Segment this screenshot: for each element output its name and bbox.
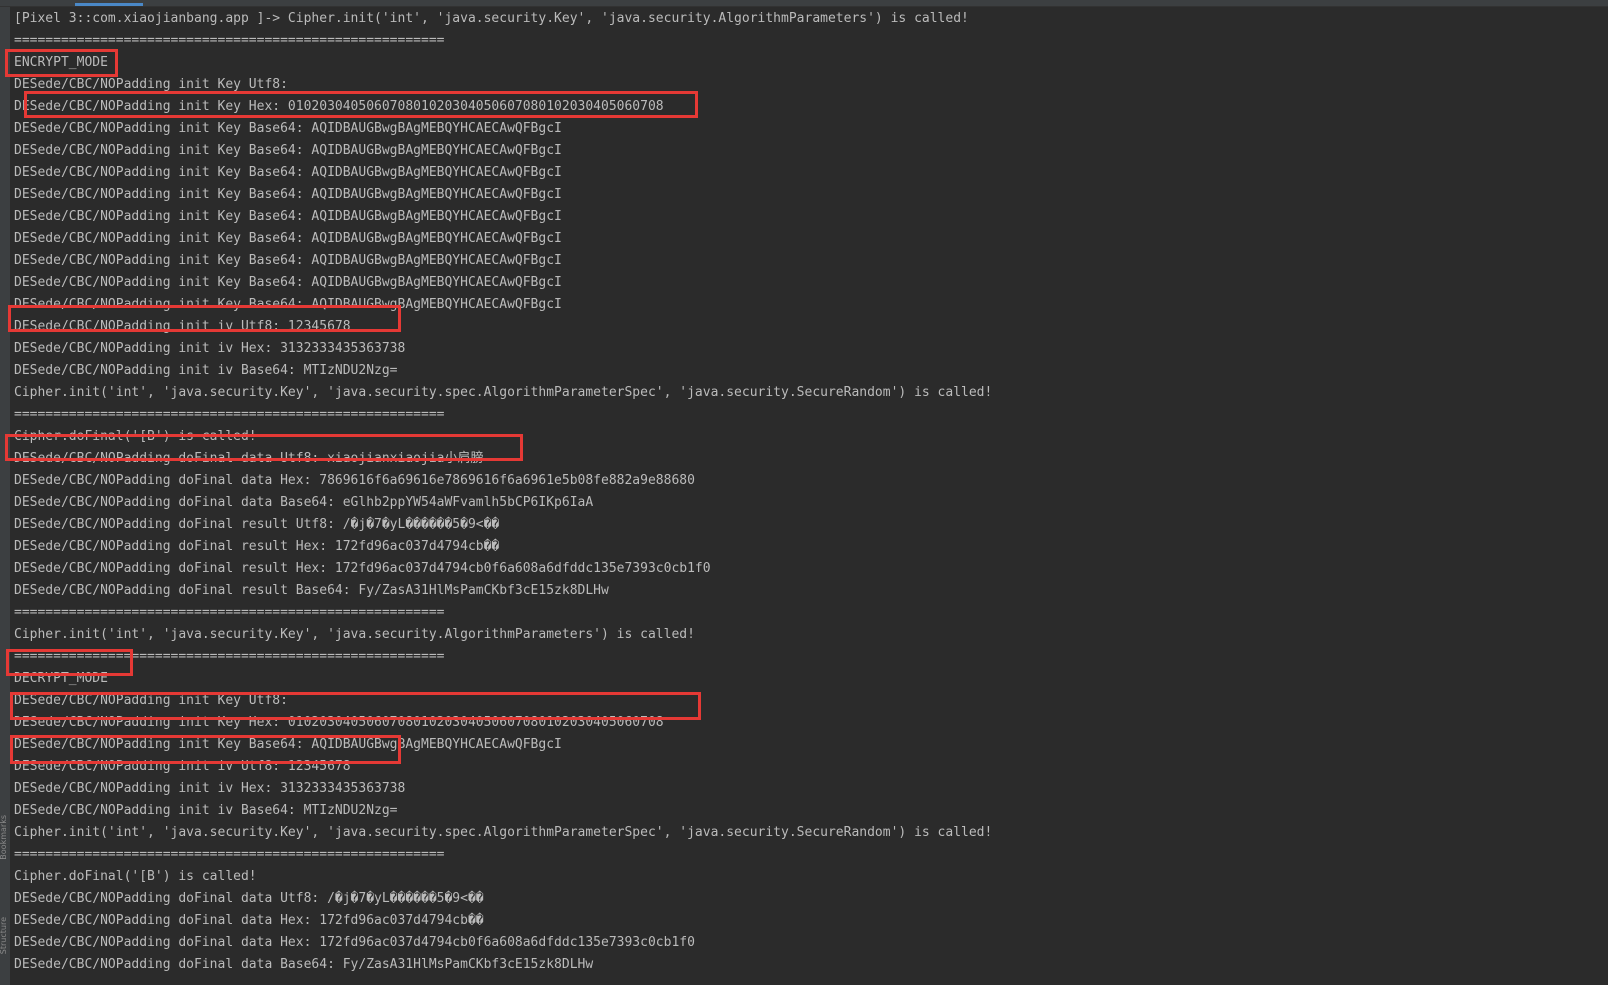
log-line-decrypt-iv-utf8: DESede/CBC/NOPadding init iv Utf8: 12345… xyxy=(14,759,351,774)
log-line: DESede/CBC/NOPadding doFinal result Hex:… xyxy=(14,561,711,576)
log-line-encrypt-key-hex: DESede/CBC/NOPadding init Key Hex: 01020… xyxy=(14,99,664,114)
log-line: DESede/CBC/NOPadding init Key Utf8: xyxy=(14,693,288,708)
log-line: DESede/CBC/NOPadding doFinal data Hex: 7… xyxy=(14,473,695,488)
log-line: DESede/CBC/NOPadding doFinal data Hex: 1… xyxy=(14,935,695,950)
active-tab-indicator[interactable] xyxy=(75,3,143,6)
log-line: DESede/CBC/NOPadding doFinal result Hex:… xyxy=(14,539,500,554)
log-separator: ========================================… xyxy=(14,847,445,862)
log-line: DESede/CBC/NOPadding init Key Base64: AQ… xyxy=(14,737,562,752)
log-line-encrypt-data-utf8: DESede/CBC/NOPadding doFinal data Utf8: … xyxy=(14,451,484,466)
log-line: Cipher.init('int', 'java.security.Key', … xyxy=(14,385,993,400)
log-separator: ========================================… xyxy=(14,649,445,664)
log-line-decrypt-mode: DECRYPT_MODE xyxy=(14,671,108,686)
tab-strip xyxy=(0,0,1608,7)
structure-tool-tab[interactable]: Structure xyxy=(0,917,8,954)
log-line: DESede/CBC/NOPadding init Key Base64: AQ… xyxy=(14,275,562,290)
log-line: Cipher.doFinal('[B') is called! xyxy=(14,869,257,884)
side-tool-strip: Bookmarks Structure xyxy=(0,7,10,985)
log-line: DESede/CBC/NOPadding init Key Base64: AQ… xyxy=(14,297,562,312)
log-line: DESede/CBC/NOPadding doFinal result Utf8… xyxy=(14,517,500,532)
log-line: DESede/CBC/NOPadding init Key Base64: AQ… xyxy=(14,253,562,268)
log-line: DESede/CBC/NOPadding doFinal data Hex: 1… xyxy=(14,913,484,928)
log-line: DESede/CBC/NOPadding init iv Base64: MTI… xyxy=(14,363,398,378)
log-line: DESede/CBC/NOPadding init Key Base64: AQ… xyxy=(14,231,562,246)
log-line: Cipher.doFinal('[B') is called! xyxy=(14,429,257,444)
log-line: DESede/CBC/NOPadding init iv Hex: 313233… xyxy=(14,781,406,796)
log-line-decrypt-key-hex: DESede/CBC/NOPadding init Key Hex: 01020… xyxy=(14,715,664,730)
log-line: Cipher.init('int', 'java.security.Key', … xyxy=(14,627,695,642)
log-line: [Pixel 3::com.xiaojianbang.app ]-> Ciphe… xyxy=(14,11,969,26)
log-line: DESede/CBC/NOPadding init Key Base64: AQ… xyxy=(14,143,562,158)
log-line: DESede/CBC/NOPadding doFinal data Base64… xyxy=(14,957,594,972)
bookmarks-tool-tab[interactable]: Bookmarks xyxy=(0,815,8,860)
log-line: DESede/CBC/NOPadding doFinal data Base64… xyxy=(14,495,594,510)
log-line: DESede/CBC/NOPadding init Key Base64: AQ… xyxy=(14,165,562,180)
log-line: DESede/CBC/NOPadding init iv Base64: MTI… xyxy=(14,803,398,818)
log-line: DESede/CBC/NOPadding doFinal data Utf8: … xyxy=(14,891,484,906)
log-line: DESede/CBC/NOPadding doFinal result Base… xyxy=(14,583,609,598)
log-separator: ========================================… xyxy=(14,407,445,422)
log-line: DESede/CBC/NOPadding init Key Base64: AQ… xyxy=(14,209,562,224)
log-line: DESede/CBC/NOPadding init Key Utf8: xyxy=(14,77,288,92)
log-line: Cipher.init('int', 'java.security.Key', … xyxy=(14,825,993,840)
console-output[interactable]: [Pixel 3::com.xiaojianbang.app ]-> Ciphe… xyxy=(14,8,1599,976)
ide-console-window: Bookmarks Structure [Pixel 3::com.xiaoji… xyxy=(0,0,1608,985)
log-separator: ========================================… xyxy=(14,33,445,48)
log-line: DESede/CBC/NOPadding init Key Base64: AQ… xyxy=(14,187,562,202)
log-line-encrypt-iv-utf8: DESede/CBC/NOPadding init iv Utf8: 12345… xyxy=(14,319,351,334)
log-line: DESede/CBC/NOPadding init Key Base64: AQ… xyxy=(14,121,562,136)
log-separator: ========================================… xyxy=(14,605,445,620)
log-line: DESede/CBC/NOPadding init iv Hex: 313233… xyxy=(14,341,406,356)
log-line-encrypt-mode: ENCRYPT_MODE xyxy=(14,55,108,70)
